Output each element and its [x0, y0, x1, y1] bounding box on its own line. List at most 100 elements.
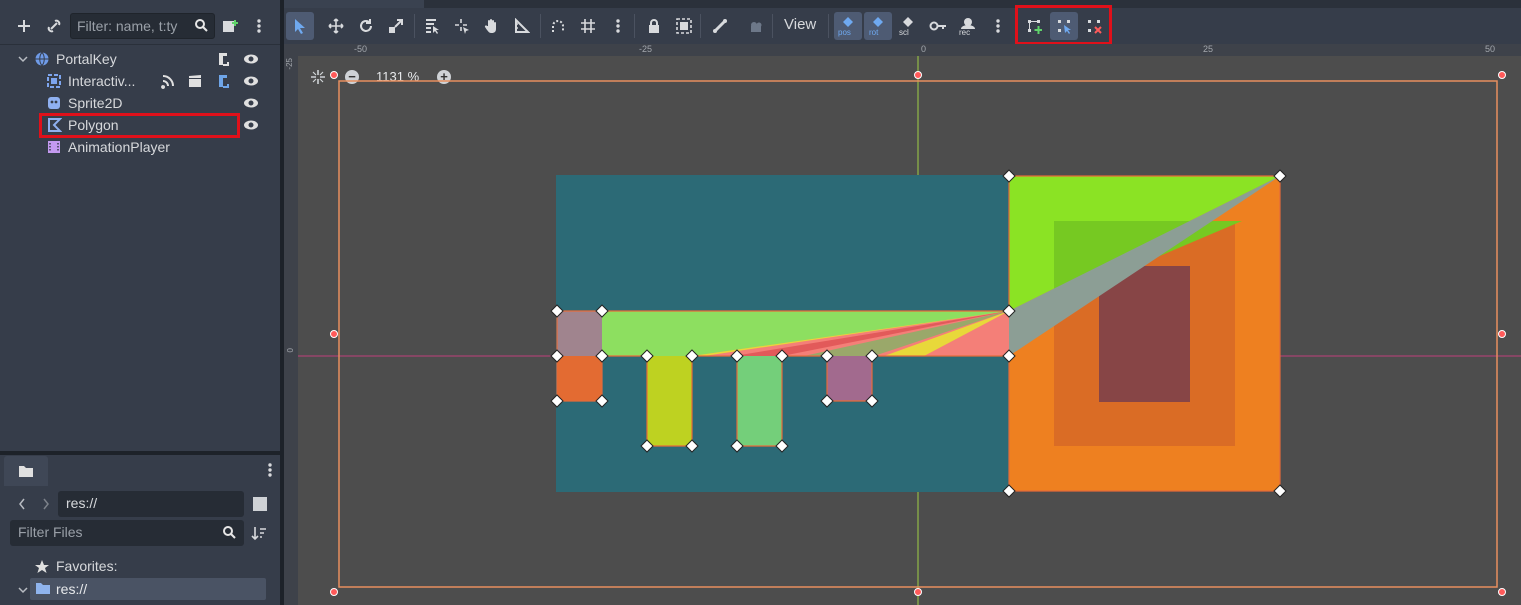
visibility-eye-icon[interactable]: [243, 117, 259, 133]
toggle-split-icon[interactable]: [248, 492, 272, 516]
skeleton-button[interactable]: [706, 12, 734, 40]
ruler-icon: [515, 18, 530, 33]
path-value: res://: [66, 495, 98, 511]
key-rotation-button[interactable]: rot: [864, 12, 892, 40]
tree-node-interactive[interactable]: Interactiv...: [0, 70, 280, 92]
favorites-label: Favorites:: [56, 558, 118, 574]
toolbar-separator: [700, 14, 701, 38]
scene-tabs-strip: [284, 0, 1521, 8]
key-rotation-label: rot: [869, 28, 879, 37]
camera-icon: [751, 22, 762, 32]
auto-key-button[interactable]: rec: [954, 12, 982, 40]
select-tool-button[interactable]: [286, 12, 314, 40]
clapper-icon[interactable]: [187, 73, 203, 89]
path-field[interactable]: res://: [58, 491, 244, 517]
view-menu[interactable]: View: [784, 16, 816, 33]
toolbar-separator: [828, 14, 829, 38]
tooth-1: [647, 356, 692, 446]
folder-icon: [19, 466, 33, 477]
scene-filter-placeholder: Filter: name, t:ty: [77, 18, 178, 34]
polygon-selection-highlight: [39, 113, 240, 138]
filter-files-input[interactable]: Filter Files: [10, 520, 244, 546]
filter-files-placeholder: Filter Files: [18, 524, 83, 540]
res-root-item[interactable]: res://: [30, 578, 266, 600]
toolbar-separator: [540, 14, 541, 38]
lock-button[interactable]: [640, 12, 668, 40]
pan-tool-button[interactable]: [478, 12, 506, 40]
script-icon[interactable]: [215, 73, 231, 89]
folder-icon: [36, 583, 50, 594]
snap-toggle-button[interactable]: [544, 12, 572, 40]
scene-canvas[interactable]: [284, 44, 1521, 605]
key-position-label: pos: [838, 28, 851, 37]
back-arrow-icon[interactable]: [14, 492, 30, 516]
search-icon: [194, 18, 208, 35]
record-key-label: rec: [959, 28, 971, 37]
insert-key-button[interactable]: [924, 12, 952, 40]
move-tool-button[interactable]: [322, 12, 350, 40]
toolbar-separator: [414, 14, 415, 38]
more-options-icon[interactable]: [247, 14, 271, 38]
scene-filter-input[interactable]: Filter: name, t:ty: [70, 13, 215, 39]
pointer-icon: [295, 19, 305, 34]
scale-tool-button[interactable]: [382, 12, 410, 40]
chevron-down-icon[interactable]: [18, 54, 28, 64]
key-position-button[interactable]: pos: [834, 12, 862, 40]
snap-icon: [552, 20, 564, 32]
tree-node-label: AnimationPlayer: [68, 139, 170, 155]
more-options-icon[interactable]: [259, 458, 281, 482]
tree-node-animationplayer[interactable]: AnimationPlayer: [0, 136, 280, 158]
ruler-tool-button[interactable]: [508, 12, 536, 40]
group-button[interactable]: [670, 12, 698, 40]
polygon-tools-highlight: [1015, 5, 1112, 45]
add-node-icon[interactable]: [12, 14, 36, 38]
rotate-icon: [360, 19, 372, 32]
tree-node-label: Sprite2D: [68, 95, 123, 111]
pivot-tool-button[interactable]: [448, 12, 476, 40]
move-icon: [328, 18, 344, 34]
bone-icon: [713, 19, 727, 33]
list-select-icon: [426, 19, 439, 34]
toolbar-separator: [772, 14, 773, 38]
tree-node-portalkey[interactable]: PortalKey: [0, 48, 280, 70]
scene-toolbar: Filter: name, t:ty: [0, 0, 280, 45]
star-icon: [35, 560, 49, 573]
forward-arrow-icon[interactable]: [38, 492, 54, 516]
tree-node-label: Interactiv...: [68, 73, 136, 89]
link-icon[interactable]: [42, 14, 66, 38]
tree-node-sprite2d[interactable]: Sprite2D: [0, 92, 280, 114]
sprite-icon: [48, 97, 60, 109]
canvas-viewport[interactable]: -50 -25 0 25 50 -25 0 − 1131 % +: [284, 44, 1521, 605]
hand-icon: [484, 19, 496, 33]
scale-icon: [389, 19, 403, 33]
lock-icon: [649, 19, 659, 33]
script-icon[interactable]: [215, 51, 231, 67]
group-icon: [676, 18, 692, 34]
interactive-area-icon: [47, 74, 61, 88]
list-select-button[interactable]: [418, 12, 446, 40]
sort-icon[interactable]: [247, 521, 271, 545]
visibility-eye-icon[interactable]: [243, 95, 259, 111]
search-icon: [222, 525, 236, 542]
chevron-down-icon[interactable]: [18, 585, 28, 595]
tree-node-label: PortalKey: [56, 51, 117, 67]
camera-override-button[interactable]: [742, 12, 770, 40]
rotate-tool-button[interactable]: [352, 12, 380, 40]
key-scale-button[interactable]: scl: [894, 12, 922, 40]
snap-options-button[interactable]: [604, 12, 632, 40]
key-options-button[interactable]: [984, 12, 1012, 40]
tooth-2: [737, 356, 782, 446]
instance-scene-icon[interactable]: [218, 14, 242, 38]
visibility-eye-icon[interactable]: [243, 73, 259, 89]
grid-toggle-button[interactable]: [574, 12, 602, 40]
more-options-icon: [616, 19, 620, 33]
filesystem-tab[interactable]: [4, 456, 48, 486]
bow-square-top: [557, 311, 602, 356]
pivot-icon: [455, 19, 469, 34]
signal-icon[interactable]: [160, 73, 176, 89]
visibility-eye-icon[interactable]: [243, 51, 259, 67]
tooth-3: [827, 356, 872, 401]
globe-icon: [35, 52, 49, 66]
key-scale-label: scl: [899, 28, 909, 37]
grid-icon: [581, 19, 595, 33]
